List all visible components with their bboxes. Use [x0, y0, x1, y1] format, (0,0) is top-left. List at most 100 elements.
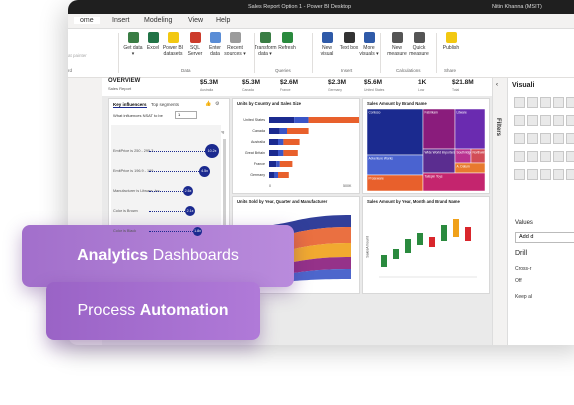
country-bar[interactable]: [279, 161, 293, 167]
country-bar[interactable]: [283, 150, 298, 156]
country-bar[interactable]: [269, 139, 278, 145]
viz-icon[interactable]: [566, 97, 574, 108]
viz-icon[interactable]: [527, 169, 538, 180]
ribbon-button-label: Text box: [339, 45, 359, 51]
ribbon-button-10[interactable]: More visuals ▾: [358, 32, 380, 57]
user-name[interactable]: Nitin Khanna (MSIT): [492, 4, 542, 10]
country-bar[interactable]: [279, 128, 287, 134]
ki-value-bubble[interactable]: 1.8x: [193, 226, 202, 236]
kpi-value: $5.3M: [242, 79, 261, 86]
tab-key-influencers[interactable]: Key influencers: [113, 102, 147, 108]
viz-icon[interactable]: [553, 151, 564, 162]
ki-value-bubble[interactable]: 2.1x: [185, 206, 195, 216]
country-bar[interactable]: [287, 128, 309, 134]
country-bar[interactable]: [269, 128, 280, 134]
viz-icon[interactable]: [527, 97, 538, 108]
visual-gallery: [513, 96, 574, 186]
viz-icon[interactable]: [566, 133, 574, 144]
viz-icon[interactable]: [527, 151, 538, 162]
ki-item-label[interactable]: EmitPrice is 250 - 295.3: [113, 149, 153, 153]
process-automation-card[interactable]: Process Automation: [46, 282, 260, 340]
ribbon-button-1[interactable]: Excel: [142, 32, 164, 51]
ki-value-bubble[interactable]: 10.2x: [205, 144, 219, 158]
ribbon-button-11[interactable]: New measure: [386, 32, 408, 57]
viz-icon[interactable]: [514, 115, 525, 126]
country-bar[interactable]: [269, 150, 278, 156]
ki-item-label[interactable]: Color is Black: [113, 229, 136, 233]
ribbon-button-3[interactable]: SQL Server: [184, 32, 206, 57]
treemap-label: Fabrikam: [425, 111, 439, 115]
country-chart-panel[interactable]: Units by Country and Sales Size United S…: [232, 98, 360, 194]
menu-help[interactable]: Help: [216, 17, 230, 24]
thumbs-icon[interactable]: 👍: [205, 101, 211, 107]
thumbs-down-icon[interactable]: ⚙: [215, 101, 219, 107]
chevron-left-icon[interactable]: ‹: [496, 82, 498, 88]
country-bar[interactable]: [269, 172, 275, 178]
ribbon-button-4[interactable]: Enter data: [204, 32, 226, 57]
viz-icon[interactable]: [553, 97, 564, 108]
viz-icon[interactable]: [566, 115, 574, 126]
viz-icon[interactable]: [527, 133, 538, 144]
ki-value-bubble[interactable]: 4.5x: [199, 165, 210, 177]
tab-top-segments[interactable]: Top segments: [151, 102, 179, 107]
ribbon-button-6[interactable]: Transform data ▾: [254, 32, 277, 57]
country-bar[interactable]: [294, 117, 309, 123]
country-bar[interactable]: [308, 117, 359, 123]
viz-icon[interactable]: [514, 151, 525, 162]
ki-item-label[interactable]: Color is Brown: [113, 209, 138, 213]
format-painter-fragment[interactable]: at painter: [68, 53, 87, 58]
viz-icon[interactable]: [566, 169, 574, 180]
ribbon-button-0[interactable]: Get data ▾: [122, 32, 144, 57]
ki-item-label[interactable]: EmitPrice is 196.9 - 199: [113, 169, 153, 173]
ribbon-button-5[interactable]: Recent sources ▾: [224, 32, 246, 57]
cross-report-toggle[interactable]: Off: [515, 278, 522, 284]
new-visual-icon: [321, 32, 333, 43]
ribbon-button-label: Transform data ▾: [254, 45, 277, 57]
country-bar[interactable]: [283, 139, 300, 145]
brand-treemap-panel[interactable]: Sales Amount by Brand Name Contoso Advent…: [362, 98, 490, 194]
country-bar[interactable]: [269, 117, 295, 123]
treemap-tile[interactable]: [454, 108, 486, 150]
viz-icon[interactable]: [540, 97, 551, 108]
add-data-field[interactable]: Add d: [515, 232, 574, 243]
ribbon-button-label: More visuals ▾: [359, 45, 379, 57]
treemap-label: Tailspin Toys: [425, 175, 443, 179]
menu-view[interactable]: View: [188, 17, 203, 24]
viz-icon[interactable]: [514, 133, 525, 144]
viz-icon[interactable]: [540, 115, 551, 126]
menu-insert[interactable]: Insert: [112, 17, 130, 24]
ki-value-bubble[interactable]: 2.6x: [183, 186, 193, 196]
ribbon-button-2[interactable]: Power BI datasets: [162, 32, 184, 57]
viz-icon[interactable]: [514, 97, 525, 108]
ribbon-divider: [118, 33, 119, 73]
treemap-tile[interactable]: [422, 108, 456, 150]
country-bar[interactable]: [278, 139, 284, 145]
ribbon-button-7[interactable]: Refresh: [276, 32, 298, 51]
country-bar[interactable]: [278, 150, 284, 156]
filters-pane[interactable]: ‹ Filters: [493, 78, 508, 345]
ribbon-button-12[interactable]: Quick measure: [408, 32, 430, 57]
country-bar[interactable]: [278, 172, 289, 178]
ribbon-divider: [436, 33, 437, 73]
viz-icon[interactable]: [553, 133, 564, 144]
ribbon-button-13[interactable]: Publish: [440, 32, 462, 51]
country-bar[interactable]: [274, 172, 278, 178]
viz-icon[interactable]: [553, 169, 564, 180]
viz-icon[interactable]: [540, 151, 551, 162]
viz-icon[interactable]: [566, 151, 574, 162]
waterfall-panel[interactable]: Sales Amount by Year, Month and Brand Na…: [362, 196, 490, 294]
menu-modeling[interactable]: Modeling: [144, 17, 172, 24]
ki-value-dropdown[interactable]: 1: [175, 111, 197, 119]
viz-icon[interactable]: [514, 169, 525, 180]
country-bar[interactable]: [269, 161, 277, 167]
analytics-dashboards-card[interactable]: Analytics Dashboards: [22, 225, 294, 287]
viz-icon[interactable]: [540, 133, 551, 144]
ribbon-button-8[interactable]: New visual: [316, 32, 338, 57]
viz-icon[interactable]: [540, 169, 551, 180]
viz-icon[interactable]: [527, 115, 538, 126]
ribbon-button-9[interactable]: Text box: [338, 32, 360, 51]
country-bar[interactable]: [276, 161, 280, 167]
menu-home[interactable]: ome: [74, 17, 100, 24]
viz-icon[interactable]: [553, 115, 564, 126]
treemap-tile[interactable]: [366, 108, 424, 156]
